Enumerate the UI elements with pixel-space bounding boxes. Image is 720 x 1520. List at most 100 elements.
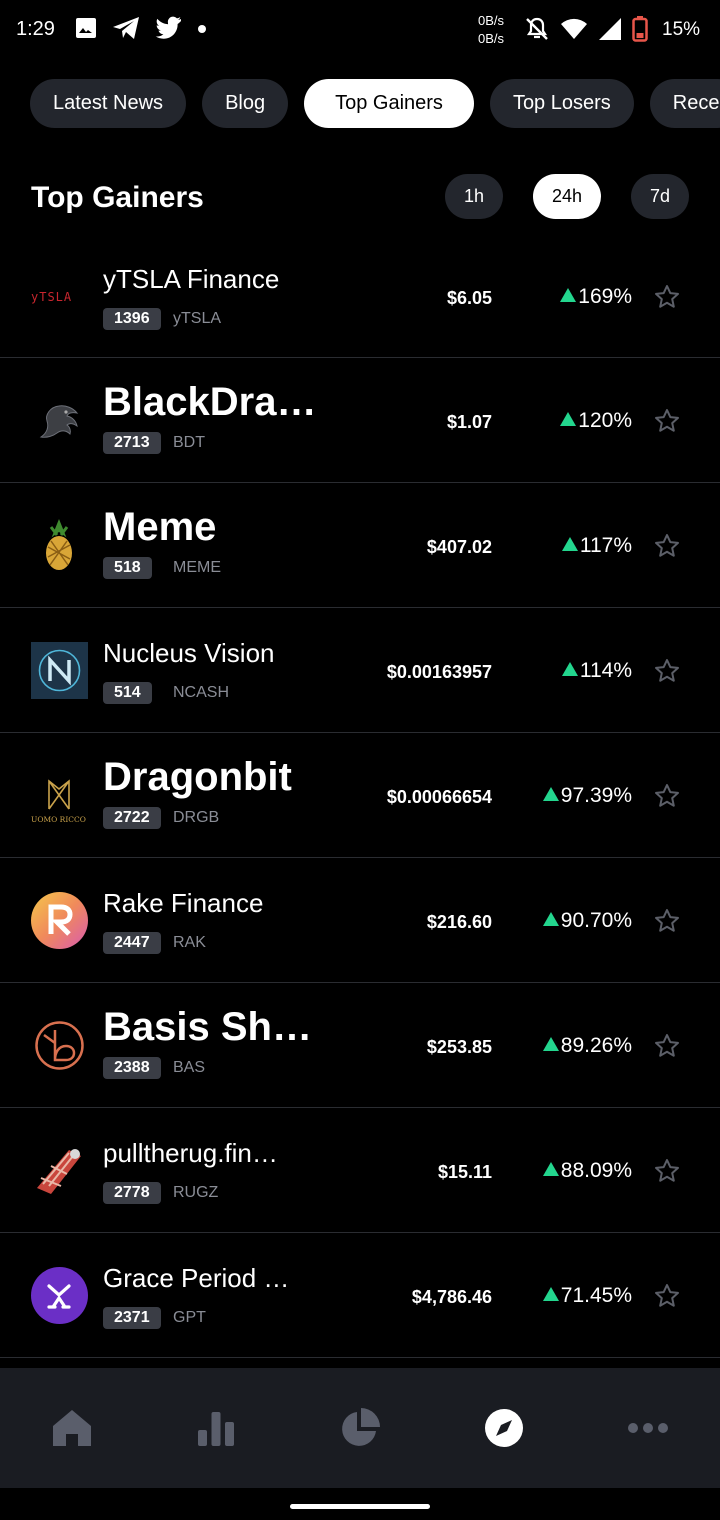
nav-portfolio[interactable] xyxy=(338,1406,382,1450)
tab-blog[interactable]: Blog xyxy=(202,79,289,128)
nucleus-logo xyxy=(31,642,88,699)
star-icon[interactable] xyxy=(654,1158,680,1184)
coin-name: Nucleus Vision xyxy=(103,638,275,668)
up-triangle-icon xyxy=(560,288,577,302)
coin-change: 120% xyxy=(560,409,632,433)
gainers-list: yTSLA yTSLA Finance 1396 yTSLA $6.05 169… xyxy=(0,234,720,1358)
grace-logo xyxy=(31,1267,88,1324)
coin-change: 114% xyxy=(561,659,632,683)
coin-name: Basis Sh… xyxy=(103,1005,312,1049)
gesture-home-bar[interactable] xyxy=(290,1504,430,1509)
status-time: 1:29 xyxy=(16,18,55,40)
coin-price: $216.60 xyxy=(426,912,492,932)
coin-change: 89.26% xyxy=(542,1034,632,1058)
coin-name: Rake Finance xyxy=(103,888,264,918)
nav-markets[interactable] xyxy=(194,1406,238,1450)
bar-chart-icon xyxy=(198,1412,234,1446)
ytsla-logo: yTSLA xyxy=(31,268,88,325)
coin-change: 117% xyxy=(561,534,632,558)
coin-symbol: BDT xyxy=(173,434,205,451)
coin-symbol: RUGZ xyxy=(173,1184,219,1201)
twitter-icon xyxy=(155,16,181,39)
star-icon[interactable] xyxy=(654,1283,680,1309)
star-icon[interactable] xyxy=(654,658,680,684)
coin-rank-badge: 518 xyxy=(103,557,152,579)
up-triangle-icon xyxy=(542,912,559,926)
coin-symbol: RAK xyxy=(173,934,206,951)
tab-top-losers[interactable]: Top Losers xyxy=(489,79,634,128)
coin-row[interactable]: pulltherug.fin… 2778 RUGZ $15.11 88.09% xyxy=(0,1108,720,1233)
coin-rank-badge: 514 xyxy=(103,682,152,704)
up-triangle-icon xyxy=(542,1037,559,1051)
coin-row[interactable]: BlackDra… 2713 BDT $1.07 120% xyxy=(0,358,720,483)
rug-logo xyxy=(31,1142,88,1199)
coin-row[interactable]: Grace Period … 2371 GPT $4,786.46 71.45% xyxy=(0,1233,720,1358)
coin-symbol: MEME xyxy=(173,559,221,576)
telegram-icon xyxy=(113,17,139,39)
star-icon[interactable] xyxy=(654,533,680,559)
coin-price: $0.00163957 xyxy=(386,662,492,682)
svg-text:UOMO RICCO: UOMO RICCO xyxy=(31,815,86,824)
coin-rank-badge: 2388 xyxy=(103,1057,161,1079)
coin-name: pulltherug.fin… xyxy=(103,1138,278,1168)
status-notification-icons xyxy=(74,16,208,40)
coin-row[interactable]: Rake Finance 2447 RAK $216.60 90.70% xyxy=(0,858,720,983)
coin-price: $0.00066654 xyxy=(386,787,492,807)
coin-name: BlackDra… xyxy=(103,380,317,424)
nav-more[interactable] xyxy=(626,1406,670,1450)
coin-change: 97.39% xyxy=(542,784,632,808)
star-icon[interactable] xyxy=(654,783,680,809)
coin-row[interactable]: yTSLA yTSLA Finance 1396 yTSLA $6.05 169… xyxy=(0,234,720,358)
star-icon[interactable] xyxy=(654,1033,680,1059)
status-bar: 1:29 0B/s 0B/s 15% xyxy=(0,0,720,62)
home-icon xyxy=(53,1410,91,1446)
status-system-icons xyxy=(524,16,648,42)
battery-icon xyxy=(632,16,648,42)
coin-price: $1.07 xyxy=(446,412,492,432)
basis-logo xyxy=(31,1017,88,1074)
coin-name: Grace Period … xyxy=(103,1263,290,1293)
coin-price: $4,786.46 xyxy=(411,1287,492,1307)
coin-change: 88.09% xyxy=(542,1159,632,1183)
coin-row[interactable]: Nucleus Vision 514 NCASH $0.00163957 114… xyxy=(0,608,720,733)
nav-home[interactable] xyxy=(50,1406,94,1450)
dot-icon xyxy=(198,25,206,33)
tab-top-gainers[interactable]: Top Gainers xyxy=(304,79,474,128)
coin-symbol: DRGB xyxy=(173,809,220,826)
nav-explore[interactable] xyxy=(482,1406,526,1450)
coin-rank-badge: 2713 xyxy=(103,432,161,454)
coin-symbol: BAS xyxy=(173,1059,206,1076)
pineapple-logo xyxy=(31,517,88,574)
coin-row[interactable]: Basis Sh… 2388 BAS $253.85 89.26% xyxy=(0,983,720,1108)
coin-rank-badge: 2778 xyxy=(103,1182,161,1204)
notifications-off-icon xyxy=(526,17,548,40)
tab-recently-added[interactable]: Rece xyxy=(649,79,720,128)
coin-symbol: yTSLA xyxy=(173,310,222,327)
coin-name: Meme xyxy=(103,505,217,549)
coin-symbol: NCASH xyxy=(173,684,230,701)
tab-latest-news[interactable]: Latest News xyxy=(30,79,187,128)
rake-logo xyxy=(31,892,88,949)
up-triangle-icon xyxy=(542,1287,559,1301)
wifi-icon xyxy=(561,18,587,39)
coin-name: yTSLA Finance xyxy=(103,264,280,294)
star-icon[interactable] xyxy=(654,408,680,434)
coin-rank-badge: 2722 xyxy=(103,807,161,829)
dragon-logo xyxy=(31,392,88,449)
bottom-nav xyxy=(0,1368,720,1488)
coin-rank-badge: 2447 xyxy=(103,932,161,954)
up-triangle-icon xyxy=(542,787,559,801)
uomo-ricco-logo: UOMO RICCO xyxy=(31,767,88,824)
star-icon[interactable] xyxy=(654,284,680,310)
range-24h-button[interactable]: 24h xyxy=(533,174,601,219)
news-tabs: Latest News Blog Top Gainers Top Losers … xyxy=(30,79,720,128)
battery-percent: 15% xyxy=(662,19,701,40)
range-7d-button[interactable]: 7d xyxy=(631,174,689,219)
range-1h-button[interactable]: 1h xyxy=(445,174,503,219)
time-range-selector: 1h 24h 7d xyxy=(445,174,689,219)
star-icon[interactable] xyxy=(654,908,680,934)
coin-row[interactable]: UOMO RICCO Dragonbit 2722 DRGB $0.000666… xyxy=(0,733,720,858)
coin-row[interactable]: Meme 518 MEME $407.02 117% xyxy=(0,483,720,608)
section-title: Top Gainers xyxy=(31,181,204,214)
pie-chart-icon xyxy=(342,1408,380,1446)
